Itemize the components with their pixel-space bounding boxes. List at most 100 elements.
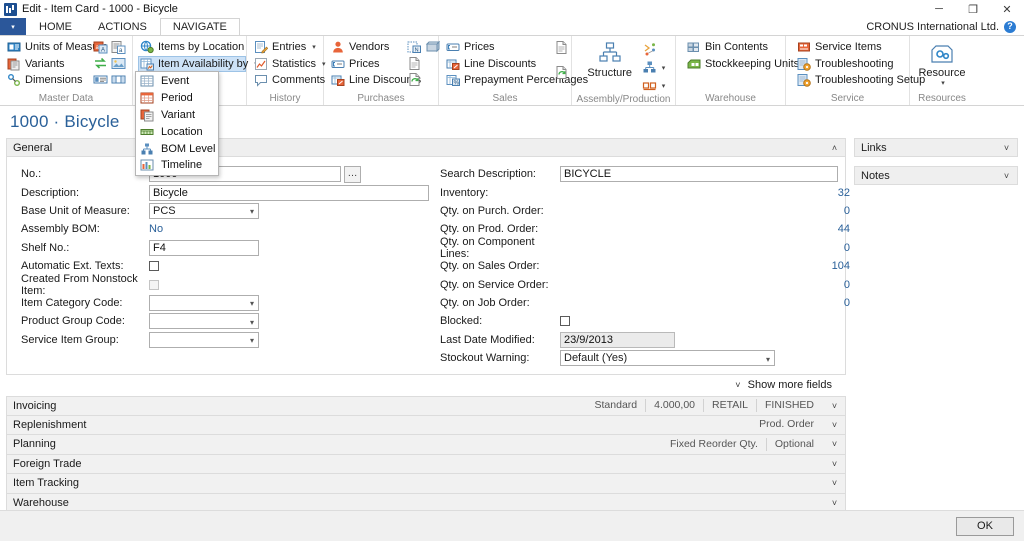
chevron-up-icon[interactable]: ˄ — [830, 143, 839, 153]
purchase-return-icon[interactable] — [407, 72, 422, 87]
extended-texts-icon[interactable]: a — [111, 40, 126, 55]
ribbon-item-vendors[interactable]: Vendors — [329, 39, 407, 56]
ribbon-item-bin-contents[interactable]: Bin Contents — [685, 39, 787, 56]
help-icon[interactable]: ? — [1004, 20, 1016, 33]
purchase-invoices-icon[interactable] — [407, 56, 422, 71]
chevron-down-icon[interactable]: ˅ — [830, 459, 839, 469]
chevron-down-icon[interactable]: ˅ — [830, 439, 839, 449]
ribbon-item-resource[interactable]: Resource ▾ — [915, 39, 969, 92]
ribbon-item-units-of-measure[interactable]: Units of Measure — [5, 39, 108, 56]
ribbon-item-sales-prices[interactable]: Prices — [444, 39, 554, 56]
chevron-down-icon[interactable]: ▾ — [250, 204, 254, 220]
show-more-fields-link[interactable]: ˅ Show more fields — [6, 375, 846, 396]
menu-item-event[interactable]: Event — [136, 73, 218, 90]
no-lookup-button[interactable]: … — [344, 165, 361, 183]
ribbon-item-purchase-line-discounts[interactable]: Line Discounts — [329, 72, 421, 89]
general-left-column: No.: … Description: Base Unit of M — [7, 165, 429, 368]
item-translations-icon[interactable]: aA — [93, 40, 108, 55]
picture-icon[interactable] — [111, 56, 126, 71]
assembly-bom-icon[interactable] — [642, 42, 657, 57]
fasttab-general-header[interactable]: General ˄ — [6, 138, 846, 157]
close-button[interactable]: ✕ — [990, 0, 1024, 18]
chevron-down-icon[interactable]: ▾ — [662, 82, 666, 90]
bin-contents-icon — [687, 40, 701, 54]
item-availability-dropdown-menu[interactable]: Event Period Variant Location BOM Level … — [135, 71, 219, 176]
qty-on-purch-order-value[interactable]: 0 — [560, 205, 850, 217]
chevron-down-icon[interactable]: ▾ — [766, 351, 770, 367]
chevron-down-icon[interactable]: ˅ — [830, 498, 839, 508]
side-panel-links[interactable]: Links ˅ — [854, 138, 1018, 157]
menu-item-variant[interactable]: Variant — [136, 107, 218, 124]
ribbon-item-comments[interactable]: Comments — [252, 72, 325, 89]
chevron-down-icon[interactable]: ˅ — [830, 401, 839, 411]
qty-on-service-order-value[interactable]: 0 — [560, 279, 850, 291]
qty-on-component-lines-value[interactable]: 0 — [560, 242, 850, 254]
restore-button[interactable]: ❐ — [956, 0, 990, 18]
ribbon-item-variants[interactable]: Variants — [5, 56, 93, 73]
chevron-down-icon[interactable]: ˅ — [830, 420, 839, 430]
ribbon-item-troubleshooting[interactable]: Troubleshooting — [795, 56, 911, 73]
ribbon-item-prepayment-percentages[interactable]: % Prepayment Percentages — [444, 72, 588, 89]
fasttab-invoicing[interactable]: Invoicing Standard 4.000,00 RETAIL FINIS… — [6, 396, 846, 416]
ribbon-item-items-by-location[interactable]: Items by Location — [138, 39, 246, 56]
menu-item-timeline[interactable]: Timeline — [136, 157, 218, 174]
fasttab-replenishment[interactable]: Replenishment Prod. Order ˅ — [6, 415, 846, 435]
chevron-down-icon[interactable]: ▾ — [250, 333, 254, 349]
stockout-warning-select[interactable]: Default (Yes) ▾ — [560, 350, 775, 367]
tab-navigate[interactable]: NAVIGATE — [159, 18, 240, 35]
purchase-archive-icon[interactable] — [425, 40, 441, 55]
chevron-down-icon[interactable]: ˅ — [1002, 143, 1011, 153]
chevron-down-icon[interactable]: ▾ — [312, 43, 316, 51]
chevron-down-icon[interactable]: ▾ — [662, 64, 666, 72]
where-used-icon[interactable] — [642, 60, 657, 75]
ribbon-item-structure[interactable]: Structure — [582, 39, 638, 93]
fasttab-foreign-trade[interactable]: Foreign Trade ˅ — [6, 454, 846, 474]
side-panel-notes[interactable]: Notes ˅ — [854, 166, 1018, 185]
item-ledger-icon[interactable] — [111, 72, 126, 87]
tab-home[interactable]: HOME — [26, 18, 85, 35]
chevron-down-icon[interactable]: ˅ — [1002, 171, 1011, 181]
ribbon-item-dimensions[interactable]: Dimensions — [5, 72, 93, 89]
ribbon-item-purchase-prices[interactable]: Prices — [329, 56, 407, 73]
automatic-ext-texts-checkbox[interactable] — [149, 261, 159, 272]
qty-on-sales-order-value[interactable]: 104 — [560, 260, 850, 272]
ribbon-item-troubleshooting-setup[interactable]: Troubleshooting Setup — [795, 72, 925, 89]
item-category-code-select[interactable]: ▾ — [149, 294, 259, 312]
service-item-group-select[interactable]: ▾ — [149, 331, 259, 349]
attributes-icon[interactable] — [93, 72, 108, 87]
description-input[interactable] — [149, 184, 429, 201]
chevron-down-icon[interactable]: ▾ — [941, 79, 945, 87]
ribbon-item-entries[interactable]: Entries ▾ — [252, 39, 324, 56]
shelf-no-input[interactable] — [149, 239, 259, 256]
menu-item-location[interactable]: Location — [136, 123, 218, 140]
ribbon-item-statistics[interactable]: Statistics ▾ — [252, 56, 326, 73]
production-bom-icon[interactable] — [642, 78, 657, 93]
application-menu-button[interactable]: ▾ — [0, 18, 26, 35]
ok-button[interactable]: OK — [956, 516, 1014, 536]
chevron-down-icon[interactable]: ▾ — [250, 314, 254, 330]
qty-on-prod-order-value[interactable]: 44 — [560, 223, 850, 235]
assembly-bom-value[interactable]: No — [149, 223, 163, 235]
chevron-down-icon[interactable]: ˅ — [830, 478, 839, 488]
fasttab-planning[interactable]: Planning Fixed Reorder Qty. Optional ˅ — [6, 435, 846, 455]
ribbon-item-stockkeeping-units[interactable]: Stockkeeping Units — [685, 56, 799, 73]
sales-documents-icon[interactable] — [554, 40, 569, 55]
ribbon-item-item-availability-by[interactable]: Item Availability by ▾ — [138, 55, 258, 72]
product-group-code-select[interactable]: ▾ — [149, 313, 259, 330]
chevron-down-icon[interactable]: ▾ — [250, 296, 254, 312]
qty-on-job-order-value[interactable]: 0 — [560, 297, 850, 309]
base-unit-of-measure-select[interactable]: PCS ▾ — [149, 202, 259, 220]
menu-item-period[interactable]: Period — [136, 90, 218, 107]
purchase-orders-icon[interactable]: N — [407, 40, 422, 55]
search-description-input[interactable] — [560, 166, 838, 183]
inventory-value[interactable]: 32 — [560, 187, 850, 199]
minimize-button[interactable]: ─ — [922, 0, 956, 18]
ribbon-item-service-items[interactable]: Service Items — [795, 39, 911, 56]
blocked-checkbox[interactable] — [560, 316, 570, 327]
ribbon-item-sales-line-discounts[interactable]: Line Discounts — [444, 56, 554, 73]
fasttab-item-tracking[interactable]: Item Tracking ˅ — [6, 474, 846, 494]
tab-actions[interactable]: ACTIONS — [85, 18, 160, 35]
substitutions-icon[interactable] — [93, 56, 108, 71]
menu-item-bom-level[interactable]: BOM Level — [136, 140, 218, 157]
sales-return-icon[interactable] — [554, 65, 569, 80]
